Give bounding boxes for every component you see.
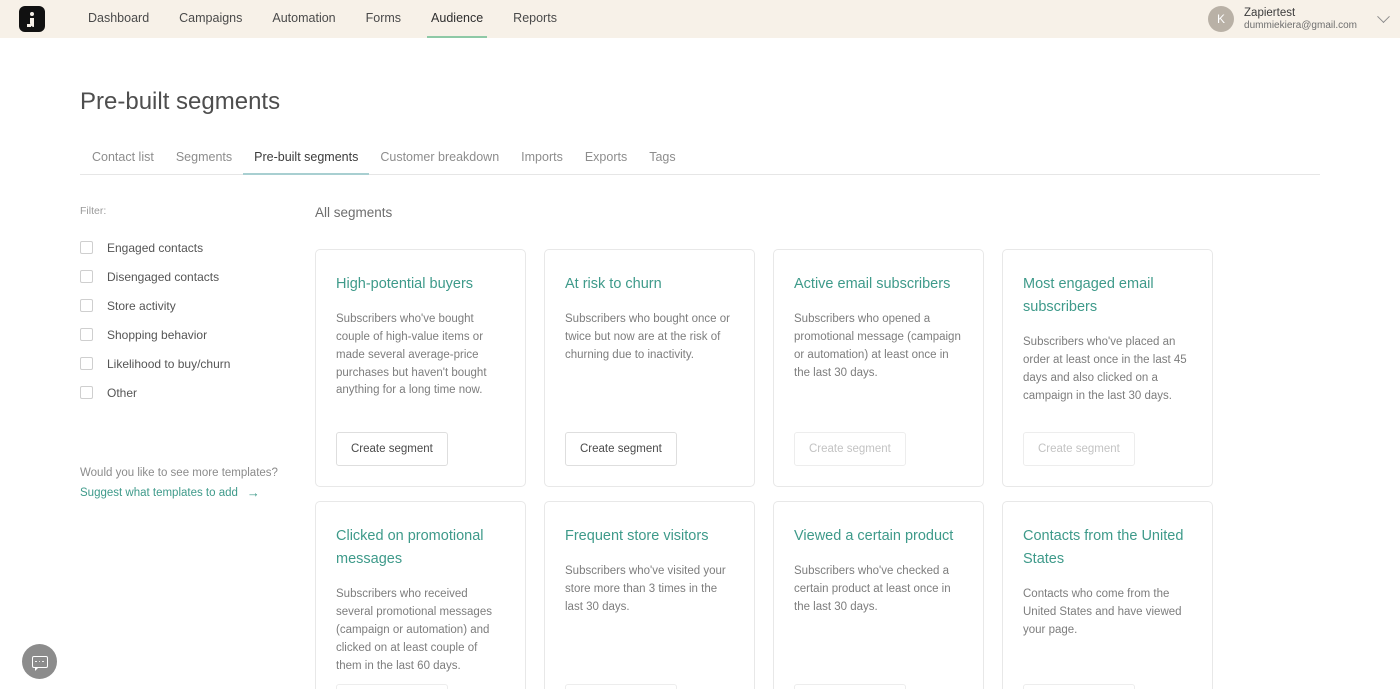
- segments-main: All segments High-potential buyers Subscr…: [315, 205, 1320, 689]
- segment-card: At risk to churn Subscribers who bought o…: [544, 249, 755, 487]
- page-container: Pre-built segments Contact list Segments P…: [0, 88, 1400, 689]
- nav-item-audience[interactable]: Audience: [427, 0, 488, 38]
- suggest-templates-link[interactable]: Suggest what templates to add →: [80, 486, 260, 499]
- arrow-right-icon: →: [246, 485, 260, 500]
- account-email: dummiekiera@gmail.com: [1244, 19, 1357, 31]
- section-title: All segments: [315, 205, 393, 220]
- segment-card-title: Frequent store visitors: [565, 528, 709, 544]
- checkbox-icon[interactable]: [80, 299, 93, 312]
- chat-bubble-icon: [31, 655, 48, 671]
- checkbox-icon[interactable]: [80, 328, 93, 341]
- filter-label-text: Disengaged contacts: [107, 269, 220, 284]
- avatar: K: [1208, 6, 1235, 32]
- tab-imports[interactable]: Imports: [510, 150, 574, 174]
- segment-card-description: Contacts who come from the United States…: [1023, 588, 1182, 636]
- account-name: Zapiertest: [1244, 6, 1296, 19]
- filter-row-likelihood-to-buy-churn[interactable]: Likelihood to buy/churn: [80, 349, 315, 378]
- suggest-question: Would you like to see more templates?: [80, 467, 278, 479]
- tab-contact-list[interactable]: Contact list: [80, 150, 165, 174]
- tab-exports[interactable]: Exports: [574, 150, 638, 174]
- segment-card: Frequent store visitors Subscribers who'v…: [544, 501, 755, 689]
- account-info: Zapiertest dummiekiera@gmail.com: [1244, 7, 1357, 32]
- nav-item-campaigns[interactable]: Campaigns: [179, 0, 242, 38]
- segment-card-title: At risk to churn: [565, 276, 662, 292]
- checkbox-icon[interactable]: [80, 241, 93, 254]
- filter-label-text: Store activity: [107, 298, 176, 313]
- filter-row-disengaged-contacts[interactable]: Disengaged contacts: [80, 262, 315, 291]
- segment-card-title: High-potential buyers: [336, 276, 474, 292]
- nav-item-forms[interactable]: Forms: [366, 0, 401, 38]
- tab-tags[interactable]: Tags: [638, 150, 686, 174]
- segment-card-description: Subscribers who received several promoti…: [336, 588, 492, 672]
- segment-card-description: Subscribers who bought once or twice but…: [565, 313, 730, 361]
- segment-card-description: Subscribers who've bought couple of high…: [336, 313, 487, 397]
- segment-card-description: Subscribers who've visited your store mo…: [565, 565, 726, 613]
- segment-card-title: Most engaged email subscribers: [1023, 276, 1154, 316]
- tab-pre-built-segments[interactable]: Pre-built segments: [243, 150, 370, 175]
- suggest-templates-block: Would you like to see more templates? Su…: [80, 467, 315, 501]
- filter-row-engaged-contacts[interactable]: Engaged contacts: [80, 233, 315, 262]
- logo-foot: [27, 24, 31, 27]
- chevron-down-icon[interactable]: [1377, 9, 1390, 23]
- page-title: Pre-built segments: [80, 88, 281, 115]
- create-segment-button[interactable]: Create segment: [336, 684, 448, 689]
- filter-row-other[interactable]: Other: [80, 378, 315, 407]
- nav-item-reports[interactable]: Reports: [513, 0, 557, 38]
- filter-label-text: Engaged contacts: [107, 240, 204, 255]
- segment-card-grid: High-potential buyers Subscribers who've …: [315, 249, 1320, 689]
- omnisend-logo-icon[interactable]: [19, 6, 45, 32]
- segment-card: Most engaged email subscribers Subscriber…: [1002, 249, 1213, 487]
- checkbox-icon[interactable]: [80, 386, 93, 399]
- segment-card: High-potential buyers Subscribers who've …: [315, 249, 526, 487]
- support-chat-button[interactable]: [22, 644, 57, 679]
- nav-item-automation[interactable]: Automation: [272, 0, 335, 38]
- suggest-templates-link-label: Suggest what templates to add: [80, 486, 238, 499]
- segment-card-description: Subscribers who've checked a certain pro…: [794, 565, 951, 613]
- create-segment-button[interactable]: Create segment: [1023, 684, 1135, 689]
- segment-card-title: Active email subscribers: [794, 276, 951, 292]
- segment-card-title: Contacts from the United States: [1023, 528, 1184, 568]
- filter-row-store-activity[interactable]: Store activity: [80, 291, 315, 320]
- segment-card-description: Subscribers who've placed an order at le…: [1023, 336, 1187, 402]
- filter-sidebar: Filter: Engaged contacts Disengaged conta…: [80, 205, 315, 689]
- nav-item-dashboard[interactable]: Dashboard: [88, 0, 149, 38]
- segment-card: Contacts from the United States Contacts …: [1002, 501, 1213, 689]
- checkbox-icon[interactable]: [80, 270, 93, 283]
- filter-row-shopping-behavior[interactable]: Shopping behavior: [80, 320, 315, 349]
- filter-label-text: Other: [107, 385, 138, 400]
- logo-dot: [30, 12, 34, 16]
- segment-card-title: Clicked on promotional messages: [336, 528, 484, 568]
- segment-card: Active email subscribers Subscribers who …: [773, 249, 984, 487]
- page-content: Filter: Engaged contacts Disengaged conta…: [80, 205, 1320, 689]
- segment-card-title: Viewed a certain product: [794, 528, 954, 544]
- filter-checkbox-list: Engaged contacts Disengaged contacts Store…: [80, 233, 315, 407]
- tab-segments[interactable]: Segments: [165, 150, 243, 174]
- account-menu[interactable]: K Zapiertest dummiekiera@gmail.com: [1208, 0, 1390, 38]
- create-segment-button[interactable]: Create segment: [794, 432, 906, 466]
- segment-card: Clicked on promotional messages Subscribe…: [315, 501, 526, 689]
- create-segment-button[interactable]: Create segment: [794, 684, 906, 689]
- top-navigation-bar: Dashboard Campaigns Automation Forms Audienc…: [0, 0, 1400, 38]
- primary-nav: Dashboard Campaigns Automation Forms Audienc…: [88, 0, 587, 38]
- create-segment-button[interactable]: Create segment: [336, 432, 448, 466]
- segment-card-description: Subscribers who opened a promotional mes…: [794, 313, 961, 379]
- segment-card: Viewed a certain product Subscribers who'…: [773, 501, 984, 689]
- checkbox-icon[interactable]: [80, 357, 93, 370]
- filter-label-text: Likelihood to buy/churn: [107, 356, 231, 371]
- create-segment-button[interactable]: Create segment: [565, 684, 677, 689]
- create-segment-button[interactable]: Create segment: [1023, 432, 1135, 466]
- create-segment-button[interactable]: Create segment: [565, 432, 677, 466]
- filter-label: Filter:: [80, 205, 107, 217]
- audience-tabs: Contact list Segments Pre-built segments Cu…: [80, 150, 1320, 175]
- tab-customer-breakdown[interactable]: Customer breakdown: [369, 150, 510, 174]
- filter-label-text: Shopping behavior: [107, 327, 208, 342]
